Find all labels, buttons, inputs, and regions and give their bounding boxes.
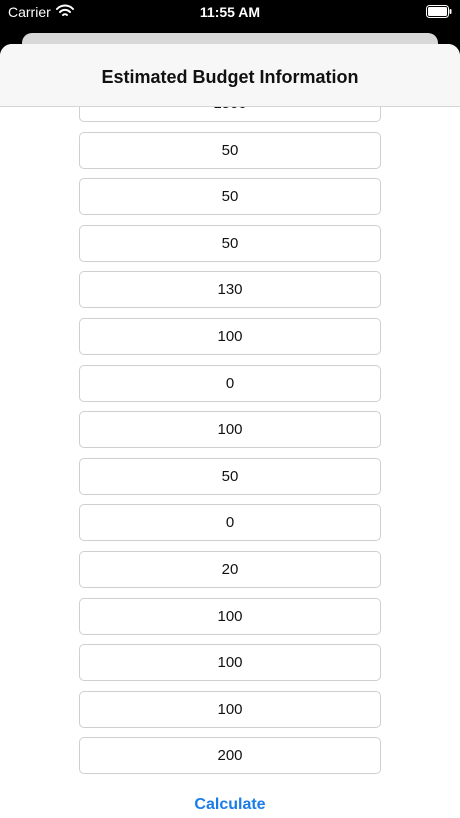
status-time: 11:55 AM [199,4,261,20]
budget-input-field[interactable]: 200 [79,737,381,775]
budget-fields-list[interactable]: 1500 50 50 50 130 100 0 100 50 0 20 100 … [79,85,381,784]
budget-input-field[interactable]: 100 [79,317,381,355]
status-bar: Carrier 11:55 AM [0,0,460,26]
budget-input-field[interactable]: 0 [79,364,381,402]
calculate-button[interactable]: Calculate [0,795,460,815]
budget-input-field[interactable]: 0 [79,504,381,542]
budget-input-field[interactable]: 50 [79,178,381,216]
battery-icon [426,5,452,18]
budget-input-field[interactable]: 50 [79,457,381,495]
budget-sheet: Estimated Budget Information 1500 50 50 … [0,44,460,818]
budget-input-field[interactable]: 50 [79,224,381,262]
budget-input-field[interactable]: 100 [79,644,381,682]
budget-input-field[interactable]: 100 [79,411,381,449]
navigation-bar: Estimated Budget Information [0,44,460,107]
budget-input-field[interactable]: 100 [79,690,381,728]
budget-input-field[interactable]: 20 [79,550,381,588]
budget-input-field[interactable]: 100 [79,597,381,635]
budget-input-field[interactable]: 130 [79,271,381,309]
page-title: Estimated Budget Information [101,67,359,87]
budget-input-field[interactable]: 50 [79,131,381,169]
